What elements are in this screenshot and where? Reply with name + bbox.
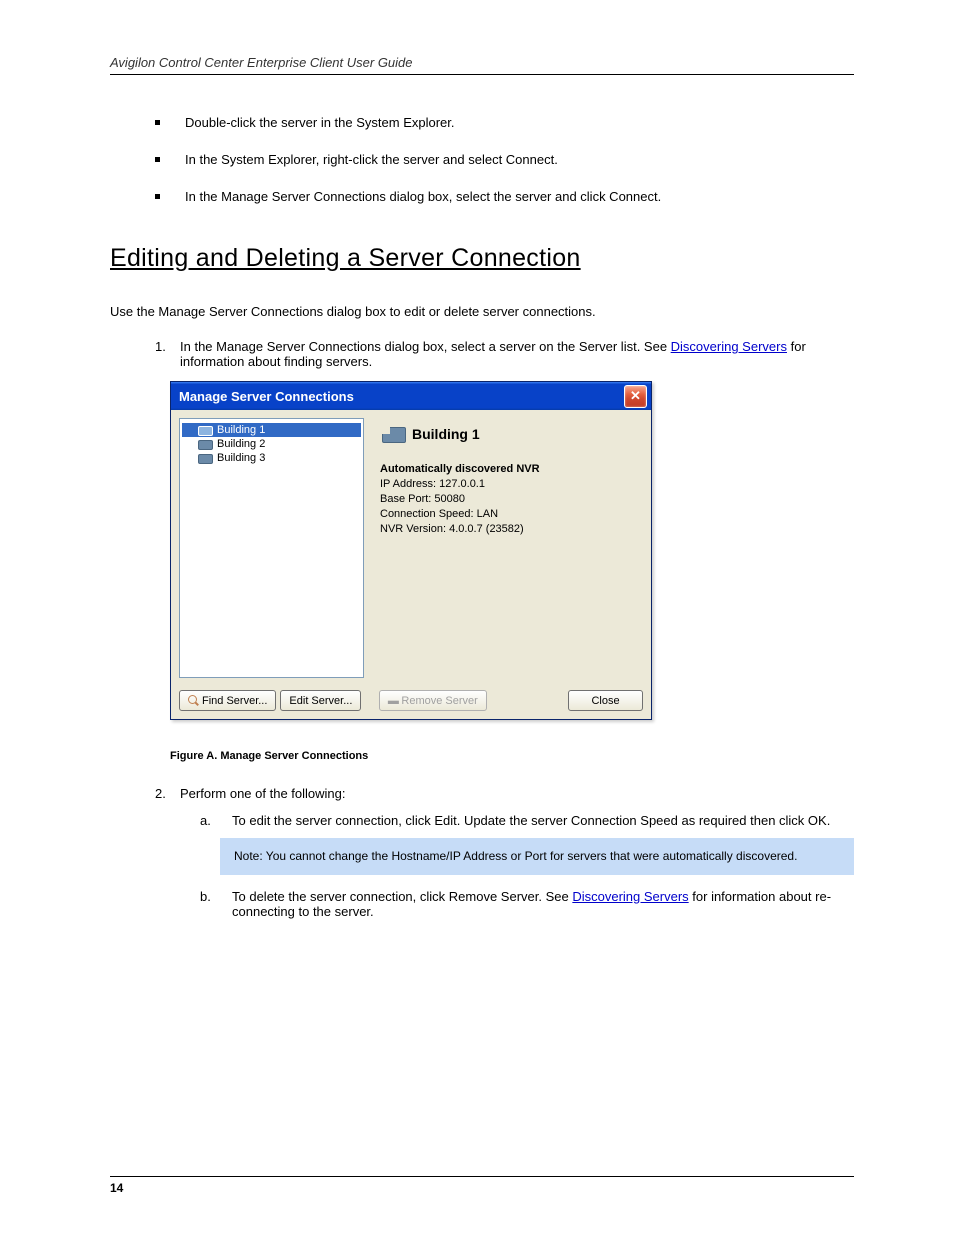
discovering-servers-link[interactable]: Discovering Servers [671,339,787,354]
dialog-titlebar: Manage Server Connections ✕ [171,382,651,410]
substep-text: To edit the server connection, click Edi… [232,813,830,828]
page-footer: 14 [110,1176,854,1195]
step-text: In the Manage Server Connections dialog … [180,339,854,369]
substep-a: a. To edit the server connection, click … [200,813,854,828]
details-title: Building 1 [412,426,480,442]
server-label: Building 3 [217,452,265,464]
note-box: Note: You cannot change the Hostname/IP … [220,838,854,875]
step-1: 1. In the Manage Server Connections dial… [155,339,854,369]
edit-server-button[interactable]: Edit Server... [280,690,361,711]
close-dialog-button[interactable]: Close [568,690,643,711]
server-large-icon [380,424,406,444]
substep-letter: a. [200,813,214,828]
bullet-text: Double-click the server in the System Ex… [185,115,455,130]
find-server-button[interactable]: Find Server... [179,690,276,711]
bullet-text: In the System Explorer, right-click the … [185,152,558,167]
close-button[interactable]: ✕ [624,385,647,408]
bullet-list: Double-click the server in the System Ex… [155,115,854,204]
step-number: 2. [155,786,180,801]
details-version: NVR Version: 4.0.0.7 (23582) [380,522,635,537]
substep-letter: b. [200,889,214,919]
bullet-icon [155,194,160,199]
server-icon [198,439,213,450]
server-item-building-3[interactable]: Building 3 [182,451,361,465]
details-heading: Automatically discovered NVR [380,462,635,477]
bullet-text: In the Manage Server Connections dialog … [185,189,661,204]
search-icon [188,695,199,706]
intro-text: Use the Manage Server Connections dialog… [110,303,854,321]
dialog-title: Manage Server Connections [179,389,354,404]
server-item-building-2[interactable]: Building 2 [182,437,361,451]
bullet-icon [155,157,160,162]
details-ip: IP Address: 127.0.0.1 [380,477,635,492]
page-header: Avigilon Control Center Enterprise Clien… [110,55,854,75]
substep-b: b. To delete the server connection, clic… [200,889,854,919]
server-icon [198,453,213,464]
bullet-item: In the Manage Server Connections dialog … [155,189,854,204]
server-list[interactable]: Building 1 Building 2 Building 3 [179,418,364,678]
bullet-item: In the System Explorer, right-click the … [155,152,854,167]
step-number: 1. [155,339,180,369]
section-heading: Editing and Deleting a Server Connection [110,244,854,273]
server-icon [198,425,213,436]
server-item-building-1[interactable]: Building 1 [182,423,361,437]
bullet-item: Double-click the server in the System Ex… [155,115,854,130]
server-details: Building 1 Automatically discovered NVR … [372,418,643,678]
step-text: Perform one of the following: [180,786,345,801]
server-label: Building 1 [217,424,265,436]
dialog-screenshot: Manage Server Connections ✕ Building 1 B… [170,381,854,720]
figure-caption: Figure A. Manage Server Connections [170,750,854,762]
bullet-icon [155,120,160,125]
discovering-servers-link-2[interactable]: Discovering Servers [572,889,688,904]
details-speed: Connection Speed: LAN [380,507,635,522]
page-number: 14 [110,1181,123,1195]
details-port: Base Port: 50080 [380,492,635,507]
remove-server-button[interactable]: ▬ Remove Server [379,690,486,711]
minus-icon: ▬ [388,695,398,707]
close-icon: ✕ [630,388,641,404]
step-2: 2. Perform one of the following: [155,786,854,801]
substep-text: To delete the server connection, click R… [232,889,854,919]
server-label: Building 2 [217,438,265,450]
